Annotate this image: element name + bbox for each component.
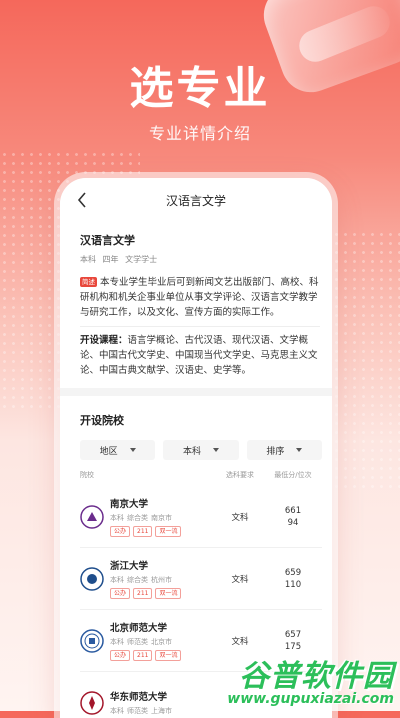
nav-bar: 汉语言文学 <box>60 178 332 222</box>
watermark-url: www.gupuxiazai.com <box>227 691 394 707</box>
badge: 双一流 <box>155 588 182 599</box>
major-name: 汉语言文学 <box>80 234 135 247</box>
badge: 双一流 <box>155 650 182 661</box>
badge: 211 <box>133 526 153 537</box>
school-name: 南京大学 <box>110 499 149 510</box>
school-type: 本科 <box>110 514 124 522</box>
school-desc: 本科 师范类 北京市 <box>110 637 216 647</box>
school-category: 师范类 <box>127 707 148 715</box>
score-value: 661 <box>284 505 302 516</box>
major-meta: 本科 四年 文学学士 <box>80 254 320 265</box>
filter-bar: 地区 本科 排序 <box>80 440 322 460</box>
school-name: 浙江大学 <box>110 561 149 572</box>
school-desc: 本科 师范类 上海市 <box>110 706 216 716</box>
chevron-left-icon <box>77 192 86 208</box>
courses-label: 开设课程： <box>80 335 128 346</box>
rank-value: 94 <box>287 517 299 528</box>
col-score: 最低分/位次 <box>274 471 312 479</box>
school-badges: 公办 211 双一流 <box>110 588 216 599</box>
school-type: 本科 <box>110 638 124 646</box>
schools-heading: 开设院校 <box>80 414 124 427</box>
school-row[interactable]: 南京大学 本科 综合类 南京市 公办 211 双一流 文科 661 94 <box>80 486 322 548</box>
col-requirement: 选科要求 <box>226 471 254 479</box>
school-badges: 公办 211 双一流 <box>110 526 216 537</box>
badge: 公办 <box>110 650 131 661</box>
school-score: 659 110 <box>264 567 322 591</box>
school-subject: 文科 <box>231 574 249 585</box>
filter-label: 本科 <box>182 446 201 457</box>
school-city: 南京市 <box>151 514 172 522</box>
school-desc: 本科 综合类 南京市 <box>110 513 216 523</box>
rank-value: 110 <box>284 579 302 590</box>
school-logo <box>80 566 104 591</box>
school-category: 综合类 <box>127 514 148 522</box>
school-logo <box>80 504 104 529</box>
col-school: 院校 <box>80 471 94 479</box>
university-seal-icon <box>80 504 104 529</box>
filter-label: 地区 <box>99 446 118 457</box>
school-category: 综合类 <box>127 576 148 584</box>
university-seal-icon <box>80 566 104 591</box>
badge: 211 <box>133 588 153 599</box>
badge: 公办 <box>110 526 131 537</box>
watermark: 谷普软件园 www.gupuxiazai.com <box>227 651 394 707</box>
score-value: 657 <box>284 629 302 640</box>
divider <box>80 326 320 327</box>
major-duration: 四年 <box>102 255 119 264</box>
hero-title: 选专业 <box>129 63 271 114</box>
school-type: 本科 <box>110 576 124 584</box>
back-button[interactable] <box>72 188 92 212</box>
school-city: 北京市 <box>151 638 172 646</box>
caret-down-icon <box>129 448 136 452</box>
school-city: 上海市 <box>151 707 172 715</box>
hero-subtitle: 专业详情介绍 <box>148 124 251 143</box>
school-name: 北京师范大学 <box>110 623 168 634</box>
major-degree: 文学学士 <box>125 255 158 264</box>
score-value: 659 <box>284 567 302 578</box>
school-type: 本科 <box>110 707 124 715</box>
badge: 双一流 <box>155 526 182 537</box>
school-row[interactable]: 浙江大学 本科 综合类 杭州市 公办 211 双一流 文科 659 110 <box>80 548 322 610</box>
badge: 公办 <box>110 588 131 599</box>
filter-region[interactable]: 地区 <box>80 440 156 460</box>
school-badges: 公办 211 双一流 <box>110 650 216 661</box>
school-desc: 本科 综合类 杭州市 <box>110 575 216 585</box>
filter-sort[interactable]: 排序 <box>246 440 322 460</box>
major-courses: 开设课程：语言学概论、古代汉语、现代汉语、文学概论、中国古代文学史、中国现当代文… <box>80 333 320 378</box>
school-subject: 文科 <box>231 636 249 647</box>
school-name: 华东师范大学 <box>110 692 168 703</box>
phone-mockup: 汉语言文学 汉语言文学 本科 四年 文学学士 简述 本专业学生毕业后可到新闻文艺出… <box>60 178 332 718</box>
caret-down-icon <box>213 448 219 452</box>
filter-label: 排序 <box>266 446 285 457</box>
intro-tag: 简述 <box>80 277 97 287</box>
university-seal-icon <box>80 628 104 653</box>
filter-level[interactable]: 本科 <box>163 440 239 460</box>
column-headers: 院校 选科要求 最低分/位次 <box>80 470 322 480</box>
major-intro: 简述 本专业学生毕业后可到新闻文艺出版部门、高校、科研机构和机关企事业单位从事文学… <box>80 275 320 320</box>
nav-title: 汉语言文学 <box>165 193 226 208</box>
school-score: 657 175 <box>264 629 322 653</box>
caret-down-icon <box>296 448 303 452</box>
badge: 211 <box>133 650 153 661</box>
intro-text: 本专业学生毕业后可到新闻文艺出版部门、高校、科研机构和机关企事业单位从事文学评论… <box>80 277 319 318</box>
school-score: 661 94 <box>264 505 322 529</box>
major-card: 汉语言文学 本科 四年 文学学士 简述 本专业学生毕业后可到新闻文艺出版部门、高校… <box>60 222 332 388</box>
school-category: 师范类 <box>127 638 148 646</box>
school-city: 杭州市 <box>151 576 172 584</box>
major-level: 本科 <box>80 255 96 264</box>
watermark-brand: 谷普软件园 <box>239 659 394 694</box>
school-subject: 文科 <box>231 512 249 523</box>
school-logo <box>80 628 104 653</box>
